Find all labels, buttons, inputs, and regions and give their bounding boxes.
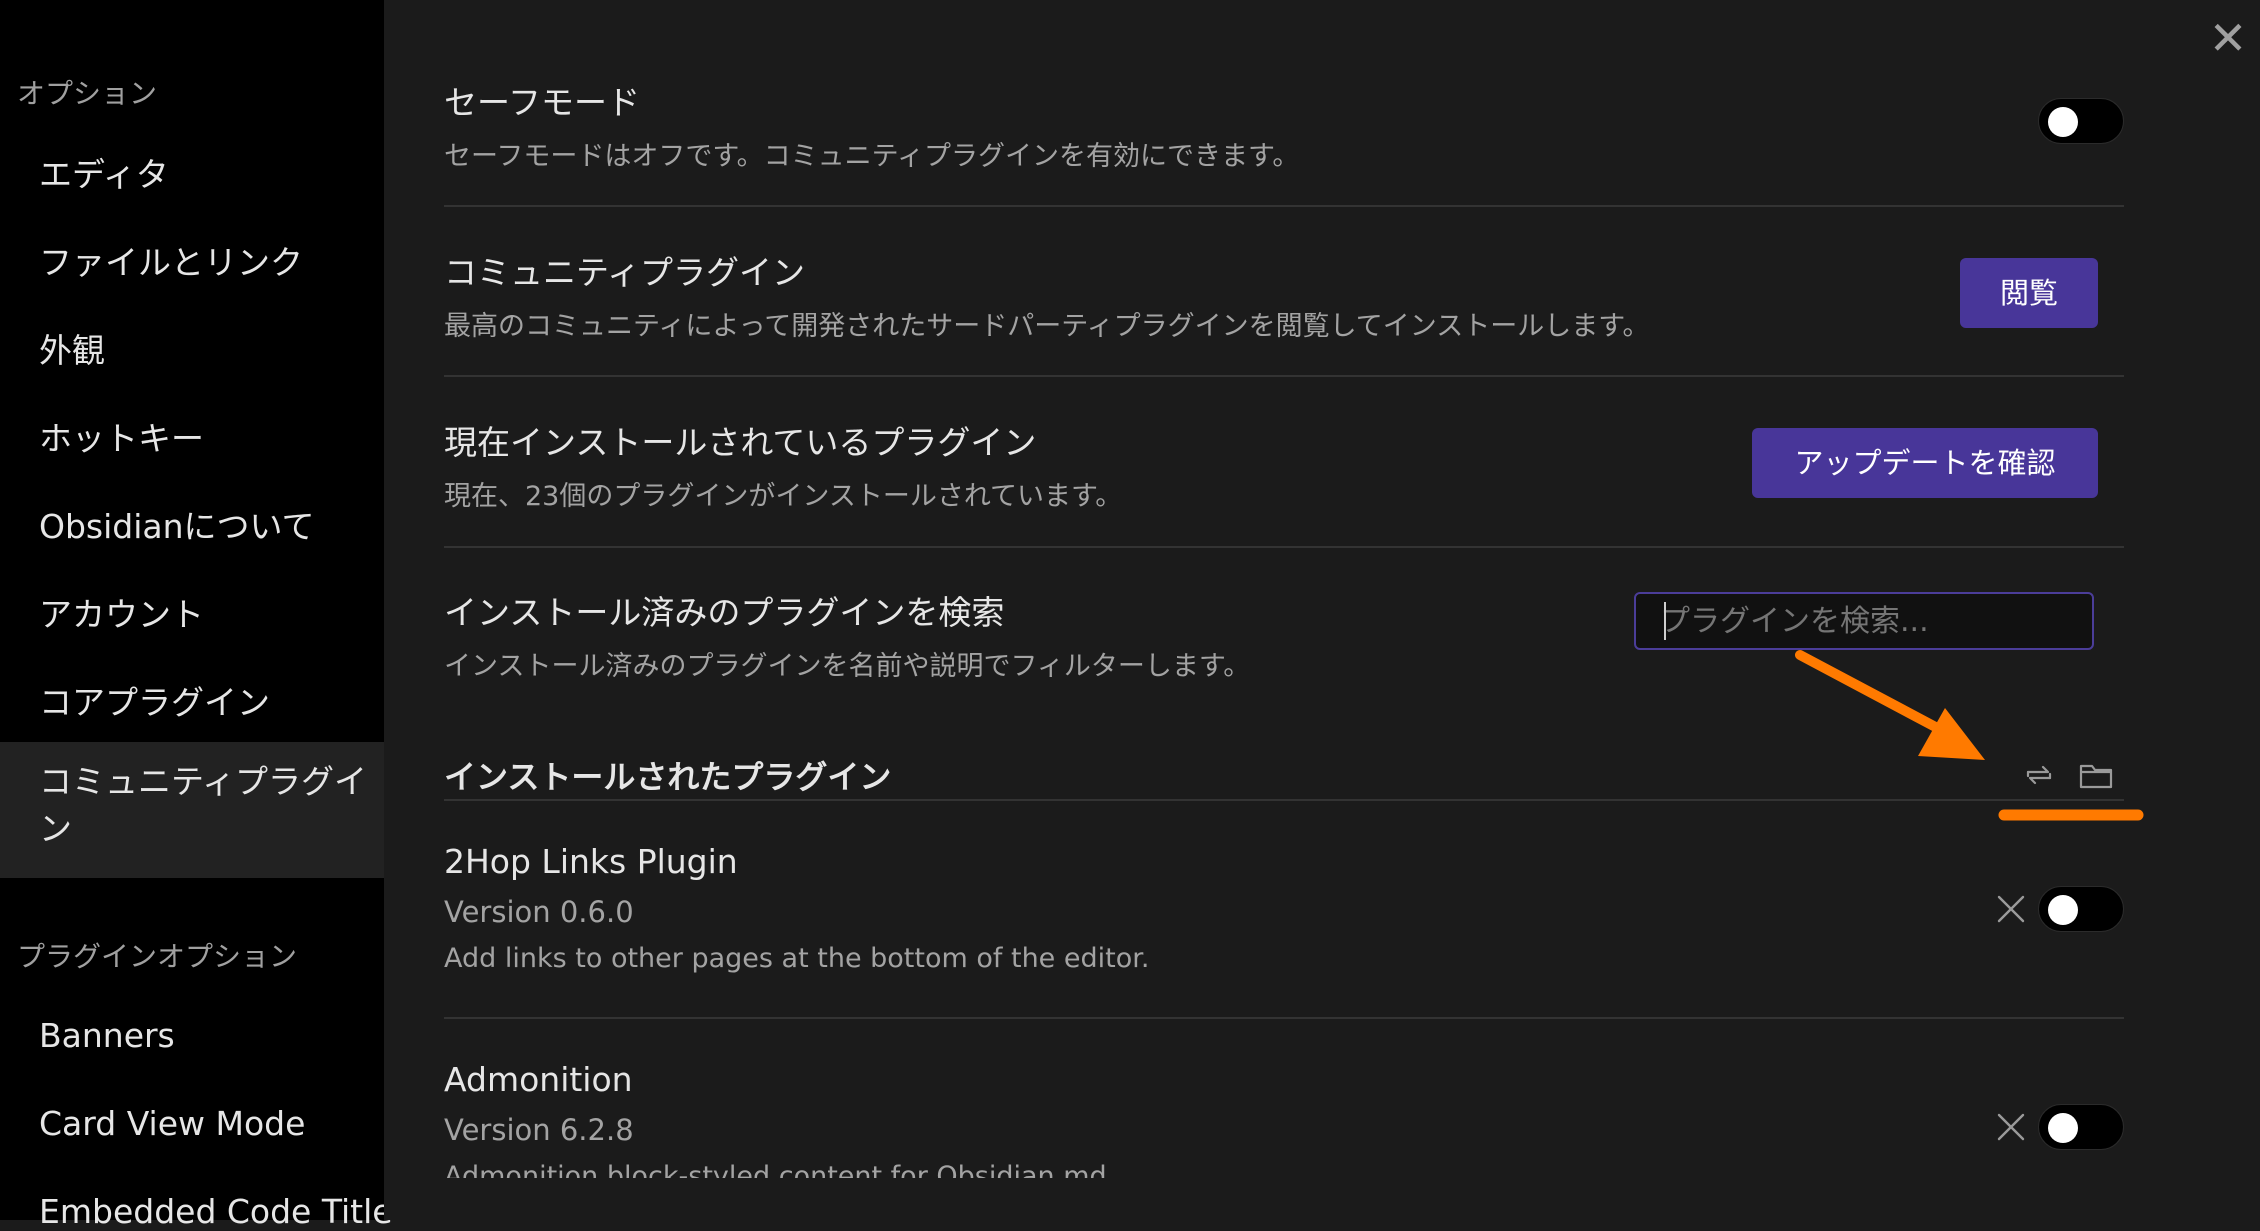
toggle-knob xyxy=(2048,895,2078,925)
uninstall-close-icon[interactable] xyxy=(1996,1112,2026,1142)
annotation-arrow-icon xyxy=(1795,650,2144,821)
plugin-version: Version 6.2.8 xyxy=(444,1113,634,1147)
scroll-clip xyxy=(384,1178,2260,1220)
plugin-toggle[interactable] xyxy=(2038,1104,2124,1150)
plugin-version: Version 0.6.0 xyxy=(444,895,634,929)
divider xyxy=(444,1017,2124,1019)
plugin-description: Add links to other pages at the bottom o… xyxy=(444,943,1150,974)
uninstall-close-icon[interactable] xyxy=(1996,894,2026,924)
plugin-name: 2Hop Links Plugin xyxy=(444,842,738,881)
plugin-item-2hop-links: 2Hop Links Plugin Version 0.6.0 Add link… xyxy=(444,842,2044,974)
toggle-knob xyxy=(2048,1113,2078,1143)
plugin-item-admonition: Admonition Version 6.2.8 Admonition bloc… xyxy=(444,1060,2044,1192)
plugin-name: Admonition xyxy=(444,1060,633,1099)
plugin-toggle[interactable] xyxy=(2038,886,2124,932)
